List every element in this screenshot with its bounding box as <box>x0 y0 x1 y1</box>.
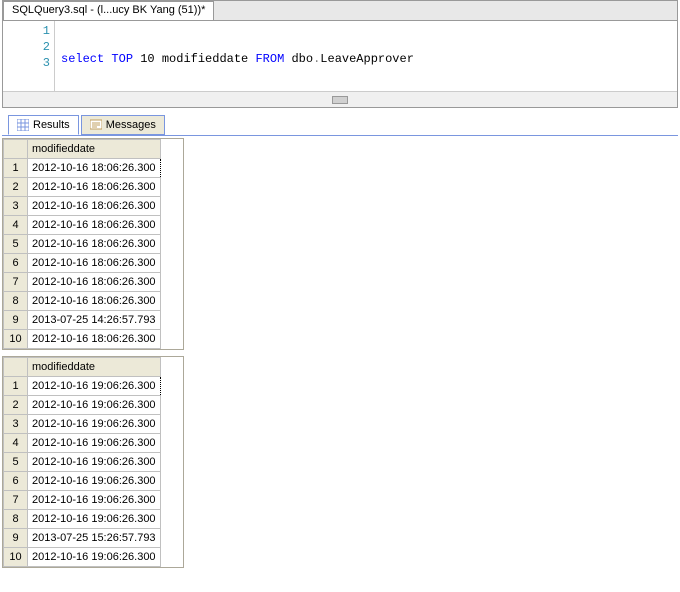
row-header[interactable]: 5 <box>4 235 28 254</box>
row-header[interactable]: 10 <box>4 330 28 349</box>
code-text[interactable]: select TOP 10 modifieddate FROM dbo.Leav… <box>55 21 677 91</box>
cell[interactable]: 2012-10-16 18:06:26.300 <box>28 330 161 349</box>
cell[interactable]: 2012-10-16 19:06:26.300 <box>28 434 161 453</box>
result-table[interactable]: modifieddate 12012-10-16 19:06:26.300 22… <box>3 357 161 567</box>
row-header[interactable]: 10 <box>4 548 28 567</box>
messages-icon <box>90 119 102 131</box>
row-header[interactable]: 7 <box>4 273 28 292</box>
tab-label: Results <box>33 119 70 131</box>
cell[interactable]: 2012-10-16 18:06:26.300 <box>28 178 161 197</box>
row-header[interactable]: 9 <box>4 529 28 548</box>
row-header[interactable]: 8 <box>4 292 28 311</box>
scrollbar-thumb[interactable] <box>332 96 348 104</box>
cell[interactable]: 2012-10-16 19:06:26.300 <box>28 548 161 567</box>
result-grid-1: modifieddate 12012-10-16 18:06:26.300 22… <box>2 138 184 350</box>
corner-cell[interactable] <box>4 358 28 377</box>
result-grid-2: modifieddate 12012-10-16 19:06:26.300 22… <box>2 356 184 568</box>
column-header[interactable]: modifieddate <box>28 358 161 377</box>
results-pane: Results Messages modifieddate 12012-10-1… <box>2 114 678 568</box>
messages-tab[interactable]: Messages <box>81 115 165 135</box>
cell[interactable]: 2012-10-16 18:06:26.300 <box>28 159 161 178</box>
line-number: 3 <box>3 55 50 71</box>
row-header[interactable]: 4 <box>4 434 28 453</box>
row-header[interactable]: 9 <box>4 311 28 330</box>
row-header[interactable]: 4 <box>4 216 28 235</box>
result-table[interactable]: modifieddate 12012-10-16 18:06:26.300 22… <box>3 139 161 349</box>
row-header[interactable]: 8 <box>4 510 28 529</box>
row-header[interactable]: 6 <box>4 254 28 273</box>
row-header[interactable]: 6 <box>4 472 28 491</box>
row-header[interactable]: 2 <box>4 178 28 197</box>
line-number-gutter: 1 2 3 <box>3 21 55 91</box>
row-header[interactable]: 7 <box>4 491 28 510</box>
cell[interactable]: 2012-10-16 18:06:26.300 <box>28 254 161 273</box>
cell[interactable]: 2012-10-16 19:06:26.300 <box>28 396 161 415</box>
cell[interactable]: 2012-10-16 18:06:26.300 <box>28 216 161 235</box>
editor-tab-bar: SQLQuery3.sql - (l...ucy BK Yang (51))* <box>3 1 677 21</box>
line-number: 1 <box>3 23 50 39</box>
tab-label: Messages <box>106 119 156 131</box>
row-header[interactable]: 3 <box>4 415 28 434</box>
cell[interactable]: 2013-07-25 14:26:57.793 <box>28 311 161 330</box>
results-tab-strip: Results Messages <box>2 114 678 136</box>
cell[interactable]: 2012-10-16 19:06:26.300 <box>28 510 161 529</box>
row-header[interactable]: 1 <box>4 377 28 396</box>
row-header[interactable]: 3 <box>4 197 28 216</box>
corner-cell[interactable] <box>4 140 28 159</box>
row-header[interactable]: 5 <box>4 453 28 472</box>
cell[interactable]: 2012-10-16 19:06:26.300 <box>28 472 161 491</box>
cell[interactable]: 2012-10-16 18:06:26.300 <box>28 292 161 311</box>
cell[interactable]: 2012-10-16 19:06:26.300 <box>28 453 161 472</box>
cell[interactable]: 2012-10-16 18:06:26.300 <box>28 235 161 254</box>
cell[interactable]: 2012-10-16 19:06:26.300 <box>28 415 161 434</box>
column-header[interactable]: modifieddate <box>28 140 161 159</box>
cell[interactable]: 2013-07-25 15:26:57.793 <box>28 529 161 548</box>
cell[interactable]: 2012-10-16 18:06:26.300 <box>28 197 161 216</box>
grid-icon <box>17 119 29 131</box>
results-tab[interactable]: Results <box>8 115 79 135</box>
line-number: 2 <box>3 39 50 55</box>
code-area[interactable]: 1 2 3 select TOP 10 modifieddate FROM db… <box>3 21 677 91</box>
row-header[interactable]: 1 <box>4 159 28 178</box>
cell[interactable]: 2012-10-16 19:06:26.300 <box>28 491 161 510</box>
query-editor-panel: SQLQuery3.sql - (l...ucy BK Yang (51))* … <box>2 0 678 108</box>
row-header[interactable]: 2 <box>4 396 28 415</box>
file-tab[interactable]: SQLQuery3.sql - (l...ucy BK Yang (51))* <box>3 1 214 20</box>
cell[interactable]: 2012-10-16 18:06:26.300 <box>28 273 161 292</box>
cell[interactable]: 2012-10-16 19:06:26.300 <box>28 377 161 396</box>
horizontal-scrollbar[interactable] <box>3 91 677 107</box>
